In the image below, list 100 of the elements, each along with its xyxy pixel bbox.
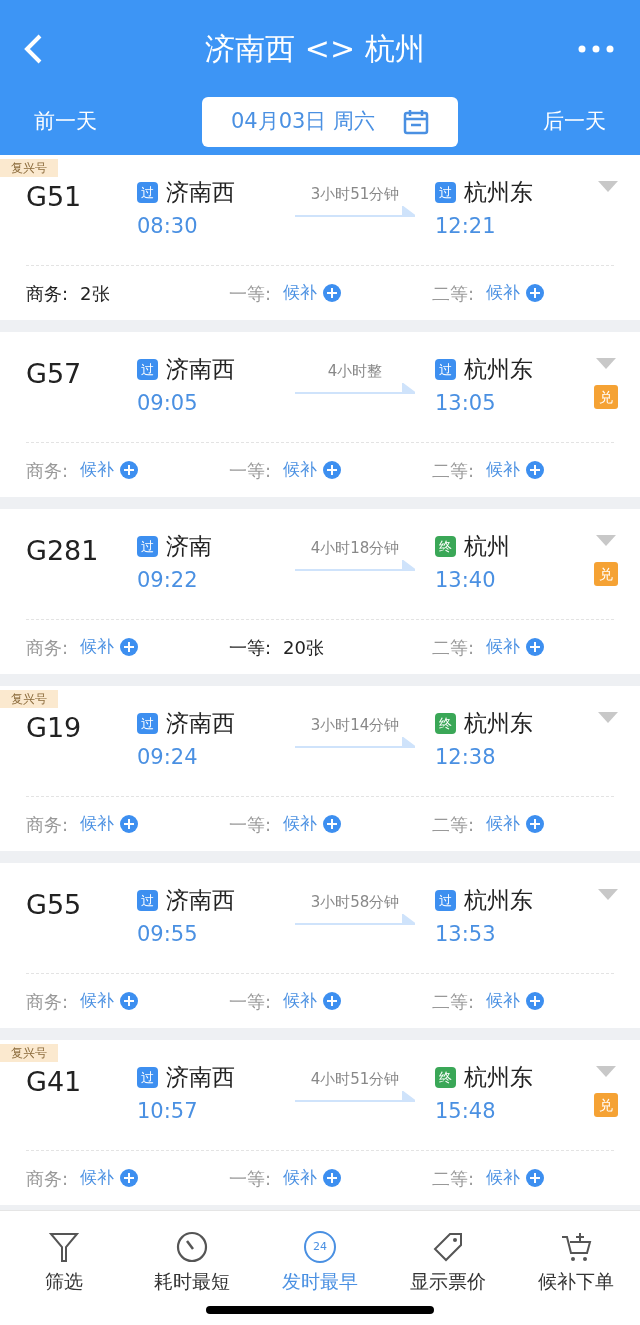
waitlist-button[interactable]: 候补 bbox=[283, 811, 342, 837]
toolbar-tab[interactable]: 显示票价 bbox=[388, 1231, 508, 1296]
waitlist-button[interactable]: 候补 bbox=[80, 811, 139, 837]
seat-class-label: 商务: bbox=[26, 635, 69, 660]
seat-class-label: 一等: bbox=[229, 635, 272, 660]
time-text: 09:22 bbox=[137, 570, 199, 591]
seat-class-label: 一等: bbox=[229, 458, 272, 483]
calendar-icon bbox=[403, 109, 430, 135]
waitlist-button[interactable]: 候补 bbox=[283, 280, 342, 306]
duration-text: 4小时51分钟 bbox=[310, 1069, 400, 1090]
dropdown-icon[interactable] bbox=[596, 1066, 616, 1077]
seat-class-label: 商务: bbox=[26, 989, 69, 1014]
train-card[interactable]: G57 过 济南西 09:05 4小时整 过 杭州东 13:05 兑 商务: 候补 一等: 候补 二等: 候补 bbox=[0, 332, 640, 497]
station-name: 济南 bbox=[166, 535, 212, 558]
train-card[interactable]: 复兴号 G19 过 济南西 09:24 3小时14分钟 终 杭州东 12:38 商务: 候补 一等: 候补 二等: 候补 bbox=[0, 686, 640, 851]
plus-icon bbox=[120, 638, 139, 656]
arrow-icon bbox=[295, 736, 415, 749]
plus-icon bbox=[526, 461, 545, 479]
plus-icon bbox=[323, 992, 342, 1010]
train-number: G19 bbox=[26, 714, 83, 745]
exchange-badge: 兑 bbox=[594, 385, 618, 409]
station-type-badge: 过 bbox=[137, 1067, 158, 1088]
waitlist-button[interactable]: 候补 bbox=[486, 988, 545, 1014]
date-picker[interactable]: 04月03日 周六 bbox=[202, 97, 458, 147]
cart-icon bbox=[560, 1231, 592, 1263]
toolbar-tab[interactable]: 候补下单 bbox=[516, 1231, 636, 1296]
seat-class-label: 商务: bbox=[26, 458, 69, 483]
previous-day-button[interactable]: 前一天 bbox=[34, 106, 97, 138]
train-card[interactable]: G55 过 济南西 09:55 3小时58分钟 过 杭州东 13:53 商务: 候补 一等: 候补 二等: 候补 bbox=[0, 863, 640, 1028]
ticket-count: 2张 bbox=[80, 281, 110, 306]
waitlist-button[interactable]: 候补 bbox=[283, 988, 342, 1014]
train-card[interactable]: 复兴号 G51 过 济南西 08:30 3小时51分钟 过 杭州东 12:21 商务: 2张 一等: 候补 二等: 候补 bbox=[0, 155, 640, 320]
train-card[interactable]: 复兴号 G41 过 济南西 10:57 4小时51分钟 终 杭州东 15:48 兑 商务: 候补 一等: 候补 二等: 候补 bbox=[0, 1040, 640, 1205]
arrow-icon bbox=[295, 559, 415, 572]
time-text: 09:55 bbox=[137, 924, 199, 945]
seat-class-label: 商务: bbox=[26, 281, 69, 306]
dropdown-icon[interactable] bbox=[598, 712, 618, 723]
duration-text: 3小时14分钟 bbox=[310, 715, 400, 736]
station-type-badge: 过 bbox=[137, 182, 158, 203]
dropdown-icon[interactable] bbox=[598, 181, 618, 192]
waitlist-button[interactable]: 候补 bbox=[486, 1165, 545, 1191]
waitlist-button[interactable]: 候补 bbox=[80, 634, 139, 660]
exchange-badge: 兑 bbox=[594, 562, 618, 586]
waitlist-button[interactable]: 候补 bbox=[486, 634, 545, 660]
plus-icon bbox=[120, 815, 139, 833]
arrow-icon bbox=[295, 382, 415, 395]
plus-icon bbox=[526, 638, 545, 656]
dropdown-icon[interactable] bbox=[596, 358, 616, 369]
station-name: 济南西 bbox=[166, 889, 235, 912]
train-number: G55 bbox=[26, 891, 83, 922]
waitlist-button[interactable]: 候补 bbox=[486, 811, 545, 837]
station-type-badge: 终 bbox=[435, 1067, 456, 1088]
seat-class-label: 二等: bbox=[432, 1166, 475, 1191]
train-type-tag: 复兴号 bbox=[0, 159, 58, 177]
seat-class-label: 一等: bbox=[229, 812, 272, 837]
time-text: 08:30 bbox=[137, 216, 199, 237]
arrow-icon bbox=[295, 205, 415, 218]
dropdown-icon[interactable] bbox=[596, 535, 616, 546]
train-card[interactable]: G281 过 济南 09:22 4小时18分钟 终 杭州 13:40 兑 商务: 候补 一等: 20张 二等: 候补 bbox=[0, 509, 640, 674]
waitlist-button[interactable]: 候补 bbox=[283, 457, 342, 483]
time-text: 12:38 bbox=[435, 747, 497, 768]
waitlist-button[interactable]: 候补 bbox=[80, 1165, 139, 1191]
plus-icon bbox=[323, 284, 342, 302]
station-name: 杭州 bbox=[464, 535, 510, 558]
station-type-badge: 过 bbox=[435, 182, 456, 203]
station-type-badge: 终 bbox=[435, 536, 456, 557]
time-text: 13:53 bbox=[435, 924, 497, 945]
waitlist-button[interactable]: 候补 bbox=[80, 988, 139, 1014]
station-name: 杭州东 bbox=[464, 712, 533, 735]
plus-icon bbox=[120, 992, 139, 1010]
toolbar-tab[interactable]: 筛选 bbox=[4, 1231, 124, 1296]
waitlist-button[interactable]: 候补 bbox=[283, 1165, 342, 1191]
seat-class-label: 二等: bbox=[432, 812, 475, 837]
station-name: 济南西 bbox=[166, 1066, 235, 1089]
waitlist-button[interactable]: 候补 bbox=[80, 457, 139, 483]
plus-icon bbox=[526, 992, 545, 1010]
dropdown-icon[interactable] bbox=[598, 889, 618, 900]
arrow-icon bbox=[295, 1090, 415, 1103]
station-type-badge: 过 bbox=[137, 713, 158, 734]
toolbar-tab[interactable]: 24 发时最早 bbox=[260, 1231, 380, 1296]
route-title: 济南西 <> 杭州 bbox=[205, 30, 425, 68]
next-day-button[interactable]: 后一天 bbox=[543, 106, 606, 138]
stopwatch-icon bbox=[176, 1231, 208, 1263]
train-number: G281 bbox=[26, 537, 100, 568]
seat-class-label: 一等: bbox=[229, 1166, 272, 1191]
ticket-count: 20张 bbox=[283, 635, 324, 660]
time-text: 15:48 bbox=[435, 1101, 497, 1122]
station-name: 济南西 bbox=[166, 712, 235, 735]
seat-class-label: 一等: bbox=[229, 989, 272, 1014]
duration-text: 4小时18分钟 bbox=[310, 538, 400, 559]
seat-class-label: 二等: bbox=[432, 281, 475, 306]
station-name: 杭州东 bbox=[464, 1066, 533, 1089]
seat-class-label: 二等: bbox=[432, 989, 475, 1014]
more-icon bbox=[578, 44, 614, 53]
train-number: G51 bbox=[26, 183, 83, 214]
seat-class-label: 商务: bbox=[26, 812, 69, 837]
waitlist-button[interactable]: 候补 bbox=[486, 457, 545, 483]
toolbar-tab[interactable]: 耗时最短 bbox=[132, 1231, 252, 1296]
waitlist-button[interactable]: 候补 bbox=[486, 280, 545, 306]
clock-icon: 24 bbox=[304, 1231, 336, 1263]
